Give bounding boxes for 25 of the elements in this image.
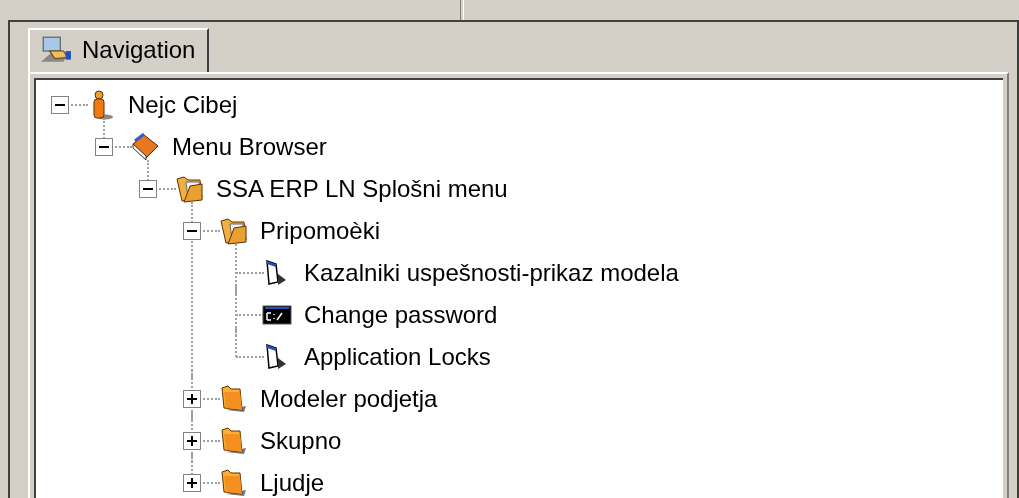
- tree-item[interactable]: Change password: [304, 301, 498, 329]
- collapse-toggle[interactable]: [51, 96, 69, 114]
- tree-item[interactable]: Skupno: [260, 427, 342, 455]
- computer-hand-icon: [40, 36, 72, 64]
- folder-icon: [218, 384, 248, 414]
- collapse-toggle[interactable]: [139, 180, 157, 198]
- tree-item[interactable]: Pripomoèki: [260, 217, 381, 245]
- tree-item[interactable]: Menu Browser: [172, 133, 327, 161]
- open-folder-icon: [218, 216, 248, 246]
- navigation-tab[interactable]: Navigation: [28, 28, 210, 72]
- tree-item[interactable]: Modeler podjetja: [260, 385, 438, 413]
- tree-item[interactable]: Nejc Cibej: [128, 91, 238, 119]
- expand-toggle[interactable]: [183, 432, 201, 450]
- expand-toggle[interactable]: [183, 390, 201, 408]
- folder-icon: [218, 468, 248, 498]
- expand-toggle[interactable]: [183, 474, 201, 492]
- tree-item[interactable]: Ljudje: [260, 469, 325, 497]
- collapse-toggle[interactable]: [183, 222, 201, 240]
- tree-item[interactable]: Kazalniki uspešnosti-prikaz modela: [304, 259, 679, 287]
- folder-icon: [218, 426, 248, 456]
- collapse-toggle[interactable]: [95, 138, 113, 156]
- tree-item[interactable]: SSA ERP LN Splošni menu: [216, 175, 508, 203]
- open-folder-icon: [174, 174, 204, 204]
- tree-item[interactable]: Application Locks: [304, 343, 491, 371]
- book-icon: [130, 132, 160, 162]
